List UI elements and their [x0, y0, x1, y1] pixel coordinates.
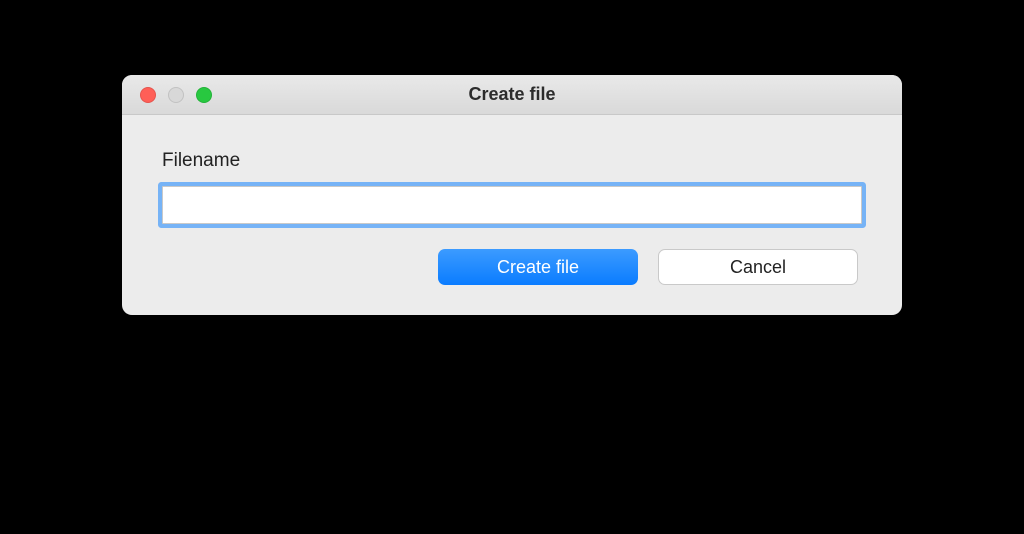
filename-input[interactable]: [162, 186, 862, 224]
maximize-icon[interactable]: [196, 87, 212, 103]
close-icon[interactable]: [140, 87, 156, 103]
traffic-lights: [140, 87, 212, 103]
button-row: Create file Cancel: [162, 249, 862, 285]
create-file-button[interactable]: Create file: [438, 249, 638, 285]
input-wrapper: [162, 186, 862, 224]
cancel-button[interactable]: Cancel: [658, 249, 858, 285]
filename-label: Filename: [162, 150, 862, 172]
minimize-icon: [168, 87, 184, 103]
dialog-content: Filename Create file Cancel: [122, 115, 902, 315]
titlebar: Create file: [122, 75, 902, 115]
dialog-title: Create file: [122, 84, 902, 105]
create-file-dialog: Create file Filename Create file Cancel: [122, 75, 902, 315]
